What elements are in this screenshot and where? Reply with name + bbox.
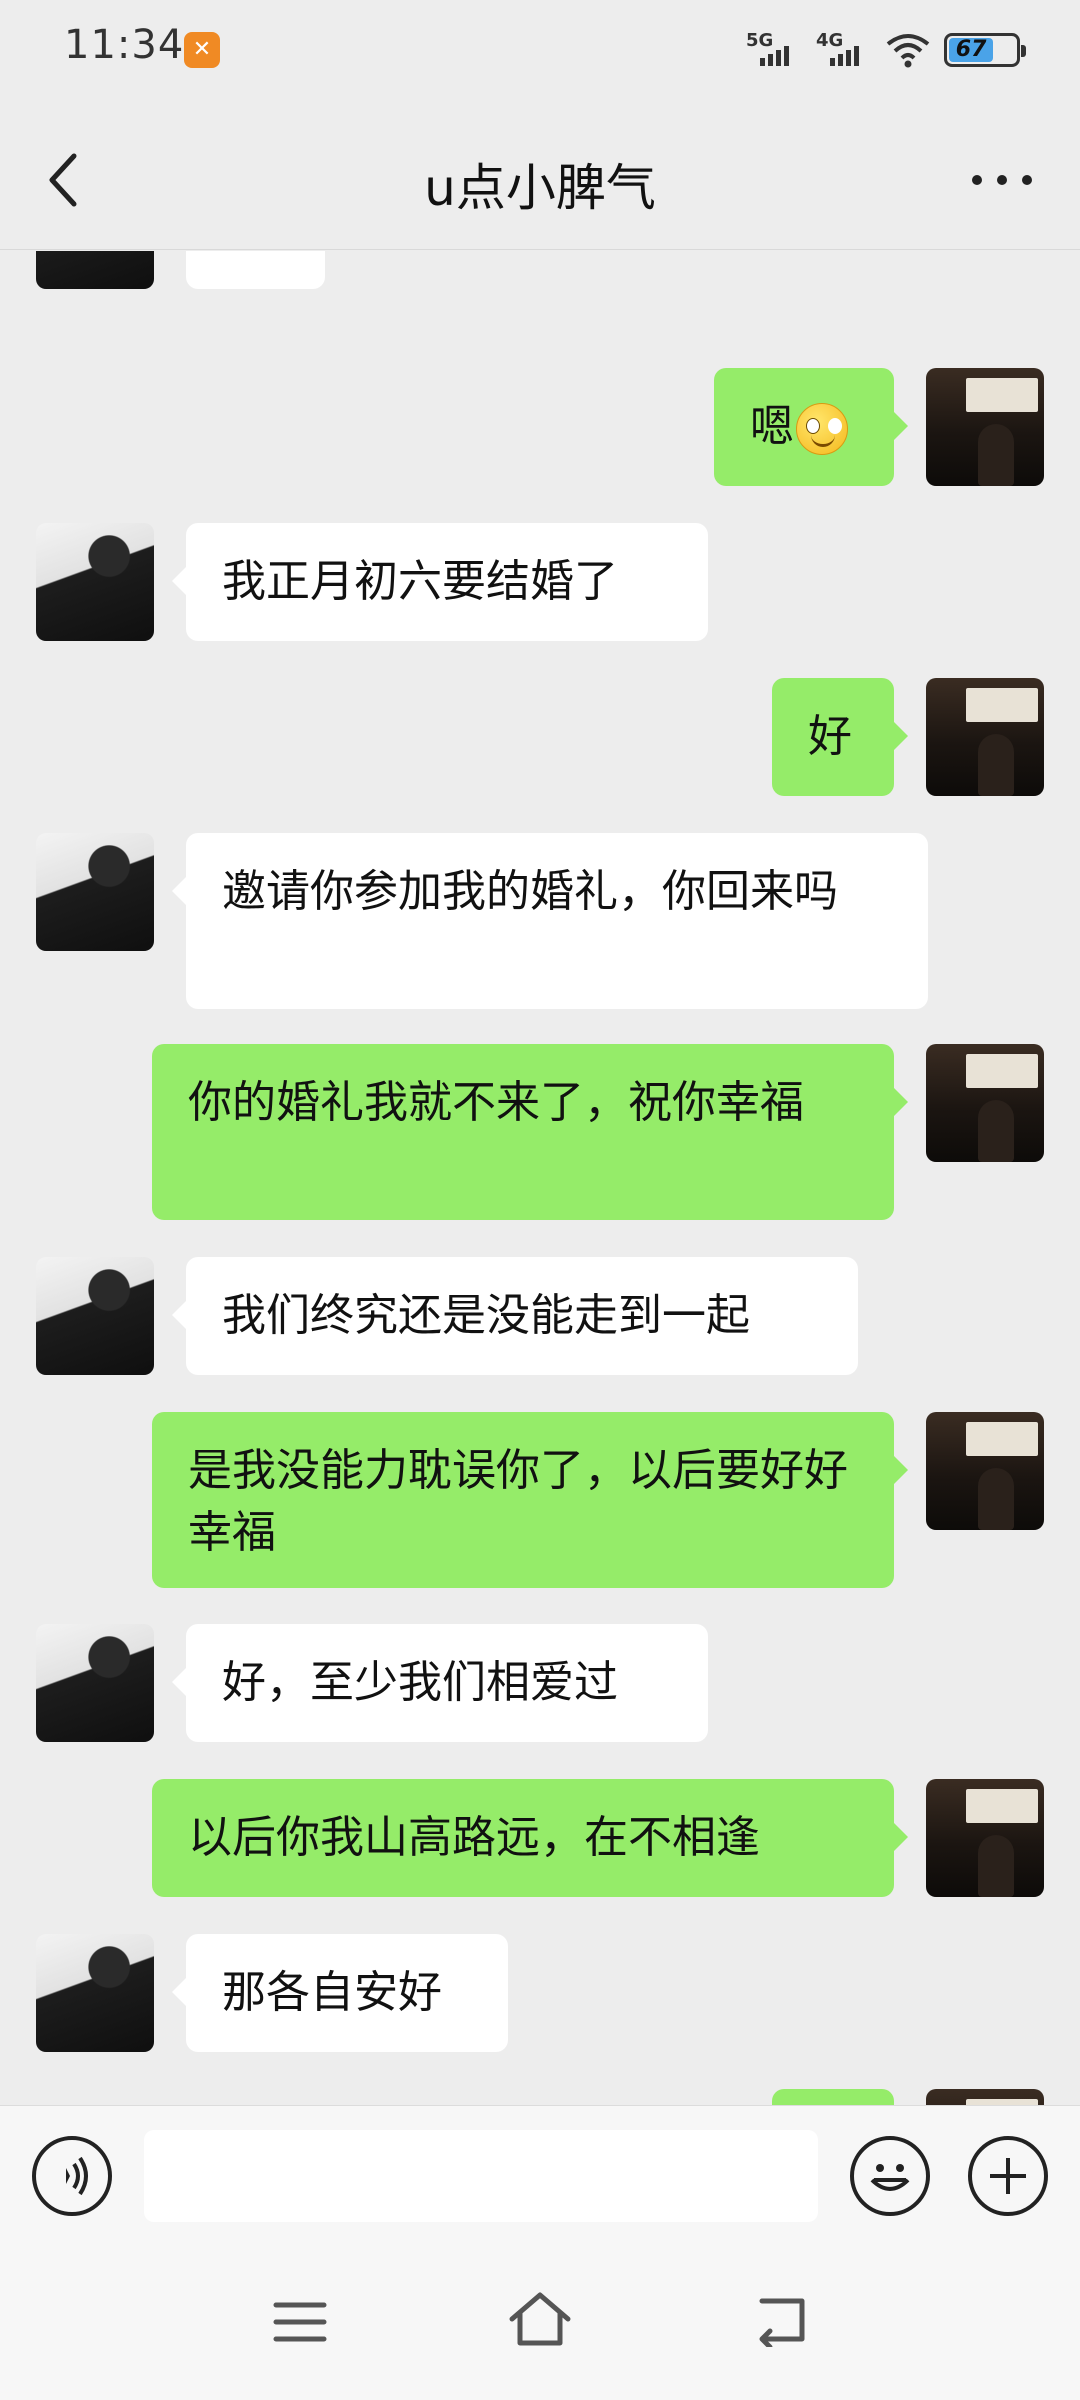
app-notification-icon: ✕	[184, 32, 220, 68]
self-avatar[interactable]	[926, 368, 1044, 486]
message-bubble[interactable]: 我正月初六要结婚了	[172, 523, 708, 641]
smile-emoji-icon	[796, 403, 848, 455]
status-time: 11:34	[64, 22, 185, 68]
message-bubble[interactable]: 在?	[186, 251, 326, 289]
menu-icon[interactable]	[272, 2299, 328, 2345]
voice-icon[interactable]	[32, 2136, 112, 2216]
system-nav-bar	[0, 2245, 1080, 2400]
self-avatar[interactable]	[926, 2089, 1044, 2105]
message-bubble[interactable]: 嗯	[714, 368, 908, 486]
emoji-icon[interactable]	[850, 2136, 930, 2216]
signal-5g-icon: 5G	[746, 30, 802, 70]
smiley-face-icon	[870, 2164, 910, 2191]
contact-avatar[interactable]	[36, 833, 154, 951]
contact-avatar[interactable]	[36, 1934, 154, 2052]
message-bubble[interactable]: 以后你我山高路远，在不相逢	[152, 1779, 908, 1897]
wifi-icon	[886, 34, 930, 68]
message-input[interactable]	[144, 2130, 818, 2222]
plus-sign-icon	[990, 2158, 1026, 2194]
message-text: 嗯	[750, 401, 794, 452]
message-bubble[interactable]: 你的婚礼我就不来了，祝你幸福	[152, 1044, 908, 1220]
message-bubble[interactable]: 那各自安好	[172, 1934, 508, 2052]
contact-avatar[interactable]	[36, 1624, 154, 1742]
battery-level: 67	[949, 38, 994, 62]
message-bubble[interactable]: 邀请你参加我的婚礼，你回来吗	[172, 833, 928, 1009]
ellipsis-icon[interactable]	[972, 160, 1032, 200]
input-bar	[0, 2105, 1080, 2245]
message-bubble[interactable]: 好	[772, 678, 908, 796]
signal-4g-icon: 4G	[816, 30, 872, 70]
plus-icon[interactable]	[968, 2136, 1048, 2216]
self-avatar[interactable]	[926, 1779, 1044, 1897]
message-bubble[interactable]: 好，至少我们相爱过	[172, 1624, 708, 1742]
self-avatar[interactable]	[926, 678, 1044, 796]
self-avatar[interactable]	[926, 1044, 1044, 1162]
status-indicators: 5G 4G 67	[746, 26, 1026, 74]
contact-avatar[interactable]	[36, 251, 154, 289]
battery-icon: 67	[944, 33, 1026, 67]
chat-header: u点小脾气	[0, 100, 1080, 250]
page-title: u点小脾气	[424, 159, 656, 217]
contact-avatar[interactable]	[36, 523, 154, 641]
message-bubble[interactable]	[772, 2089, 894, 2105]
chat-message-list[interactable]: 在? 嗯 我正月初六要结婚了 好 邀请你参加我的婚礼，你回来吗 你的婚礼我就不来…	[0, 251, 1080, 2105]
message-bubble[interactable]: 我们终究还是没能走到一起	[172, 1257, 858, 1375]
self-avatar[interactable]	[926, 1412, 1044, 1530]
home-icon[interactable]	[506, 2289, 574, 2349]
status-bar: 11:34 ✕ 5G 4G 67	[0, 0, 1080, 100]
message-bubble[interactable]: 是我没能力耽误你了，以后要好好幸福	[152, 1412, 908, 1588]
contact-avatar[interactable]	[36, 1257, 154, 1375]
back-icon[interactable]	[752, 2293, 812, 2347]
voice-wave-icon	[66, 2156, 88, 2196]
